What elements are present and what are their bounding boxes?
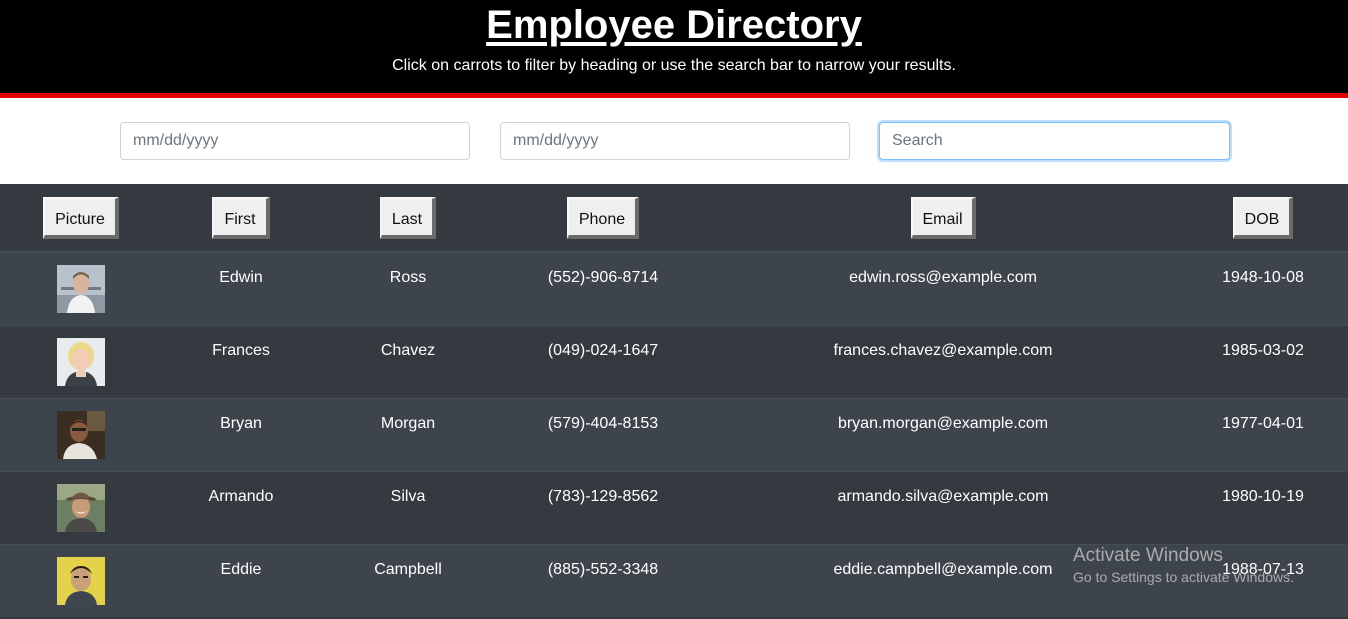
sort-email-button[interactable]: Email — [911, 197, 976, 239]
email-cell: eddie.campbell@example.com — [833, 561, 1053, 578]
dob-cell: 1988-07-13 — [1222, 561, 1304, 578]
page-header: Employee Directory Click on carrots to f… — [0, 0, 1348, 98]
last-name-cell: Chavez — [380, 342, 436, 359]
employee-avatar — [57, 338, 105, 386]
table-row: Edwin Ross (552)-906-8714 edwin.ross@exa… — [0, 252, 1348, 325]
search-input[interactable] — [879, 122, 1230, 160]
sort-last-button[interactable]: Last — [380, 197, 436, 239]
first-name-cell: Armando — [208, 488, 274, 505]
phone-cell: (885)-552-3348 — [547, 561, 659, 578]
table-row: Armando Silva (783)-129-8562 armando.sil… — [0, 471, 1348, 544]
table-row: Frances Chavez (049)-024-1647 frances.ch… — [0, 325, 1348, 398]
sort-picture-button[interactable]: Picture — [43, 197, 119, 239]
email-cell: armando.silva@example.com — [837, 488, 1049, 505]
table-header: Picture First Last Phone Email DOB — [0, 184, 1348, 252]
phone-cell: (579)-404-8153 — [547, 415, 659, 432]
email-cell: frances.chavez@example.com — [833, 342, 1053, 359]
phone-cell: (552)-906-8714 — [547, 269, 659, 286]
filter-bar — [0, 98, 1348, 184]
first-name-cell: Eddie — [220, 561, 262, 578]
dob-cell: 1977-04-01 — [1222, 415, 1304, 432]
email-cell: bryan.morgan@example.com — [837, 415, 1049, 432]
start-date-input[interactable] — [120, 122, 470, 160]
page-subtitle: Click on carrots to filter by heading or… — [392, 57, 956, 74]
page-title: Employee Directory — [486, 3, 862, 47]
employee-table: Picture First Last Phone Email DOB Edwin… — [0, 184, 1348, 619]
sort-first-button[interactable]: First — [212, 197, 270, 239]
employee-avatar — [57, 411, 105, 459]
last-name-cell: Campbell — [374, 561, 442, 578]
first-name-cell: Frances — [212, 342, 270, 359]
phone-cell: (783)-129-8562 — [547, 488, 659, 505]
dob-cell: 1985-03-02 — [1222, 342, 1304, 359]
table-row: Bryan Morgan (579)-404-8153 bryan.morgan… — [0, 398, 1348, 471]
dob-cell: 1980-10-19 — [1222, 488, 1304, 505]
end-date-input[interactable] — [500, 122, 850, 160]
dob-cell: 1948-10-08 — [1222, 269, 1304, 286]
employee-avatar — [57, 265, 105, 313]
last-name-cell: Morgan — [380, 415, 436, 432]
sort-phone-button[interactable]: Phone — [567, 197, 639, 239]
last-name-cell: Ross — [389, 269, 427, 286]
employee-avatar — [57, 557, 105, 605]
table-row: Eddie Campbell (885)-552-3348 eddie.camp… — [0, 544, 1348, 617]
sort-dob-button[interactable]: DOB — [1233, 197, 1293, 239]
last-name-cell: Silva — [390, 488, 426, 505]
first-name-cell: Edwin — [219, 269, 263, 286]
employee-avatar — [57, 484, 105, 532]
first-name-cell: Bryan — [220, 415, 262, 432]
email-cell: edwin.ross@example.com — [849, 269, 1037, 286]
phone-cell: (049)-024-1647 — [547, 342, 659, 359]
